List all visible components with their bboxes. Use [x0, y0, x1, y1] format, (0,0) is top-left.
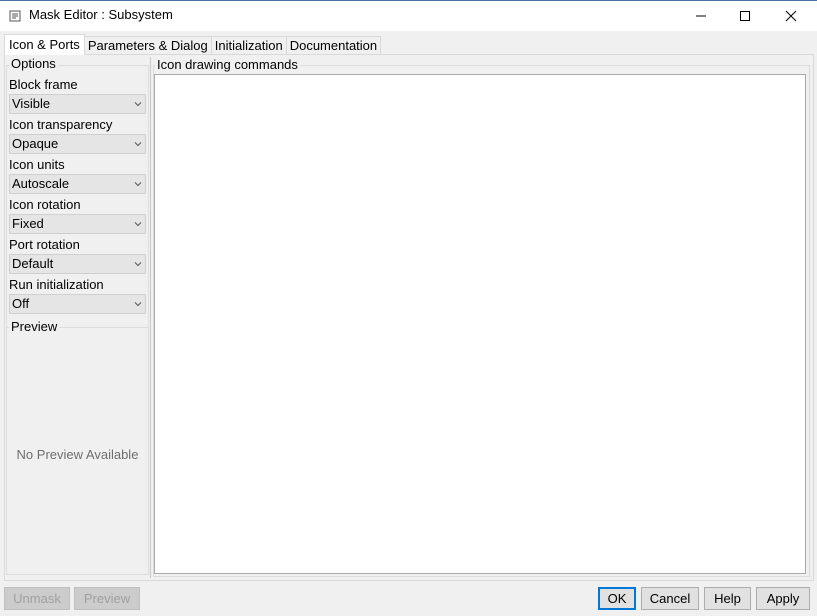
help-button[interactable]: Help	[704, 587, 751, 610]
unmask-button[interactable]: Unmask	[4, 587, 70, 610]
icon-transparency-select[interactable]: Opaque	[9, 134, 146, 154]
close-button[interactable]	[768, 1, 814, 31]
tab-icon-ports[interactable]: Icon & Ports	[4, 34, 85, 55]
cancel-button[interactable]: Cancel	[641, 587, 699, 610]
icon-units-value: Autoscale	[12, 176, 70, 191]
icon-units-label: Icon units	[9, 157, 65, 172]
no-preview-text: No Preview Available	[16, 447, 139, 462]
ok-button[interactable]: OK	[598, 587, 636, 610]
icon-transparency-value: Opaque	[12, 136, 59, 151]
icon-rotation-label: Icon rotation	[9, 197, 81, 212]
window-title: Mask Editor : Subsystem	[29, 7, 173, 22]
chevron-down-icon	[134, 182, 142, 187]
minimize-button[interactable]	[678, 1, 724, 31]
tab-bar: Icon & Ports Parameters & Dialog Initial…	[4, 34, 382, 55]
preview-button[interactable]: Preview	[74, 587, 140, 610]
chevron-down-icon	[134, 102, 142, 107]
minimize-icon	[696, 15, 706, 17]
port-rotation-value: Default	[12, 256, 54, 271]
title-bar[interactable]: Mask Editor : Subsystem	[0, 0, 817, 31]
block-frame-label: Block frame	[9, 77, 78, 92]
chevron-down-icon	[134, 142, 142, 147]
block-frame-value: Visible	[12, 96, 51, 111]
options-group-title: Options	[9, 56, 58, 71]
run-initialization-value: Off	[12, 296, 30, 311]
icon-rotation-value: Fixed	[12, 216, 44, 231]
apply-button[interactable]: Apply	[756, 587, 810, 610]
options-panel: Options Block frame Visible Icon transpa…	[5, 57, 150, 578]
tab-initialization[interactable]: Initialization	[210, 36, 287, 55]
close-icon	[785, 10, 797, 22]
run-initialization-select[interactable]: Off	[9, 294, 146, 314]
tab-parameters-dialog[interactable]: Parameters & Dialog	[83, 36, 212, 55]
run-initialization-label: Run initialization	[9, 277, 104, 292]
maximize-icon	[740, 11, 750, 21]
icon-units-select[interactable]: Autoscale	[9, 174, 146, 194]
panel-splitter[interactable]	[150, 57, 151, 578]
block-frame-select[interactable]: Visible	[9, 94, 146, 114]
chevron-down-icon	[134, 222, 142, 227]
app-icon	[9, 10, 21, 22]
icon-drawing-commands-editor[interactable]	[154, 74, 806, 574]
icon-rotation-select[interactable]: Fixed	[9, 214, 146, 234]
chevron-down-icon	[134, 302, 142, 307]
port-rotation-select[interactable]: Default	[9, 254, 146, 274]
icon-transparency-label: Icon transparency	[9, 117, 113, 132]
preview-group-title: Preview	[9, 319, 60, 334]
commands-group-title: Icon drawing commands	[155, 57, 300, 72]
maximize-button[interactable]	[722, 1, 768, 31]
tab-documentation[interactable]: Documentation	[285, 36, 382, 55]
chevron-down-icon	[134, 262, 142, 267]
port-rotation-label: Port rotation	[9, 237, 80, 252]
